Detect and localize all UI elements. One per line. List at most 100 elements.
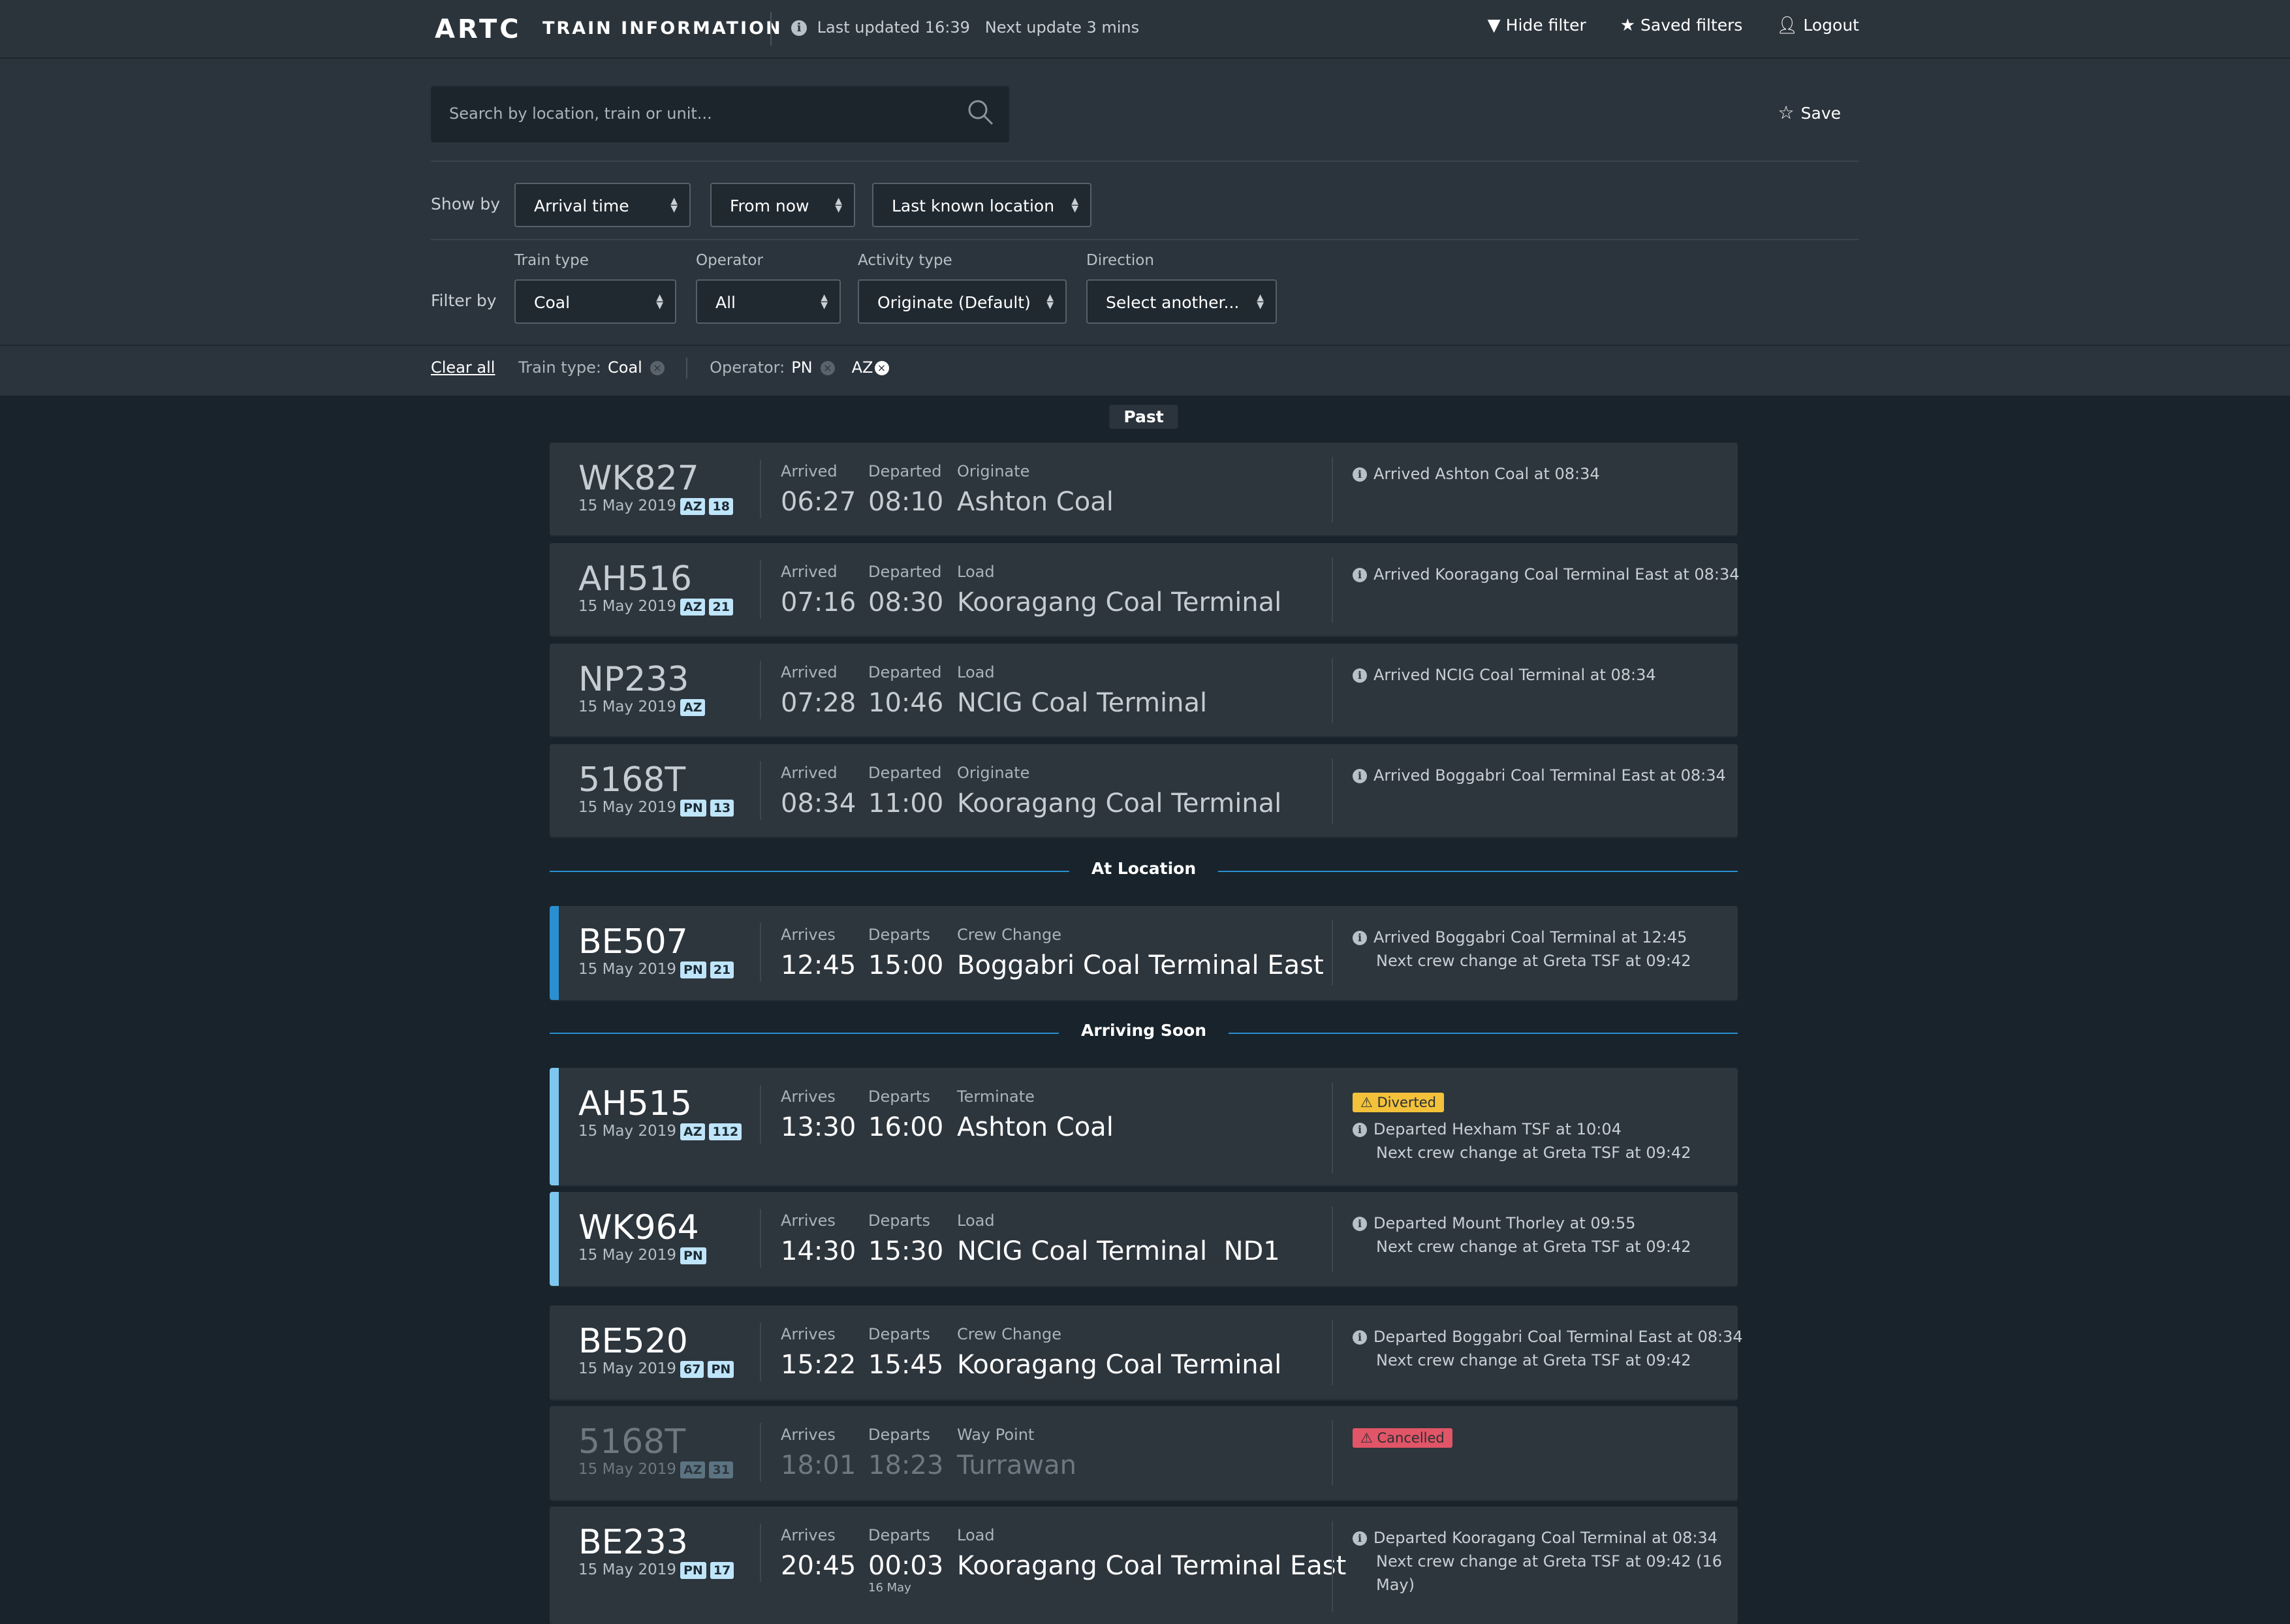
departure-time: 15:45 <box>868 1350 944 1380</box>
departure-time: 15:30 <box>868 1236 944 1266</box>
train-row[interactable]: 5168T 15 May 2019 PN 13 Arrived 08:34 Depart… <box>550 744 1738 837</box>
remove-chip-icon[interactable]: × <box>650 361 665 375</box>
time-label: Arrived <box>781 563 838 581</box>
time-label: Departed <box>868 563 942 581</box>
unit-badge: 31 <box>709 1461 733 1478</box>
info-icon: i <box>1353 668 1367 683</box>
train-row[interactable]: AH515 15 May 2019 AZ 112 Arrives 13:30 Depar… <box>550 1068 1738 1185</box>
remove-chip-icon[interactable]: × <box>874 361 889 375</box>
sort-arrows-icon: ▲ ▼ <box>670 196 678 214</box>
activity-label: Way Point <box>957 1426 1035 1444</box>
date-text: 15 May 2019 <box>578 1123 676 1140</box>
warning-icon: ⚠ <box>1360 1095 1377 1110</box>
operator-select[interactable]: All ▲ ▼ <box>696 279 841 324</box>
section-title: At Location <box>1069 859 1219 878</box>
hide-filter-button[interactable]: ▼ Hide filter <box>1488 16 1586 35</box>
train-row[interactable]: WK827 15 May 2019 AZ 18 Arrived 06:27 Depart… <box>550 443 1738 535</box>
status-text: Diverted <box>1377 1095 1436 1110</box>
section-past: Past <box>550 405 1738 431</box>
train-id: WK964 <box>578 1208 699 1247</box>
divider <box>760 661 761 719</box>
show-by-time-select[interactable]: Arrival time ▲ ▼ <box>514 183 691 227</box>
status-note: Departed Hexham TSF at 10:04 <box>1373 1120 1622 1138</box>
save-filter-button[interactable]: ☆ Save <box>1778 102 1841 123</box>
info-icon: i <box>1353 568 1367 582</box>
date-text: 15 May 2019 <box>578 1561 676 1578</box>
saved-filters-button[interactable]: ★ Saved filters <box>1620 16 1743 35</box>
location-name: NCIG Coal Terminal <box>957 688 1208 718</box>
train-row[interactable]: NP233 15 May 2019 AZ Arrived 07:28 Departed… <box>550 644 1738 736</box>
departure-time: 00:03 <box>868 1551 944 1581</box>
activity-type-select[interactable]: Originate (Default) ▲ ▼ <box>858 279 1067 324</box>
status-note: Arrived NCIG Coal Terminal at 08:34 <box>1373 666 1656 684</box>
section-title: Past <box>1109 405 1178 429</box>
filter-panel: Search by location, train or unit... ☆ Sa… <box>0 59 2290 345</box>
train-date: 15 May 2019 PN 21 <box>578 961 755 978</box>
operator-badge: AZ <box>680 497 706 515</box>
operator-badge: AZ <box>680 1123 706 1140</box>
show-by-location-select[interactable]: Last known location ▲ ▼ <box>872 183 1091 227</box>
status-note: Departed Boggabri Coal Terminal East at … <box>1373 1328 1743 1346</box>
time-label: Arrived <box>781 663 838 681</box>
departure-time: 11:00 <box>868 789 944 819</box>
divider <box>1332 457 1333 522</box>
divider <box>760 1423 761 1482</box>
info-icon: i <box>791 20 807 36</box>
logout-button[interactable]: 👤︎ Logout <box>1776 16 1859 35</box>
arrival-time: 13:30 <box>781 1112 856 1142</box>
divider <box>1332 658 1333 723</box>
user-icon: 👤︎ <box>1776 16 1798 35</box>
search-input[interactable]: Search by location, train or unit... <box>431 86 1009 142</box>
location-name: Ashton Coal <box>957 487 1114 517</box>
crew-change-note: Next crew change at Greta TSF at 09:42 <box>1376 1144 1691 1162</box>
unit-badge: 67 <box>680 1360 704 1378</box>
date-text: 15 May 2019 <box>578 698 676 715</box>
clear-all-link[interactable]: Clear all <box>431 358 495 377</box>
artc-logo[interactable]: ARTC <box>435 14 522 44</box>
search-icon[interactable] <box>966 98 995 127</box>
direction-select[interactable]: Select another... ▲ ▼ <box>1086 279 1277 324</box>
arrival-time: 06:27 <box>781 487 856 517</box>
train-row[interactable]: BE507 15 May 2019 PN 21 Arrives 12:45 Depart… <box>550 906 1738 1000</box>
show-by-range-select[interactable]: From now ▲ ▼ <box>710 183 855 227</box>
train-date: 15 May 2019 AZ 112 <box>578 1123 755 1140</box>
sort-arrows-icon: ▲ ▼ <box>1071 196 1078 214</box>
section-title: Arriving Soon <box>1059 1021 1229 1040</box>
departure-time: 08:30 <box>868 587 944 617</box>
time-label: Departs <box>868 1325 930 1343</box>
train-date: 15 May 2019 AZ 18 <box>578 497 755 515</box>
train-row[interactable]: BE520 15 May 2019 67 PN Arrives 15:22 Depart… <box>550 1305 1743 1399</box>
location-name: Ashton Coal <box>957 1112 1114 1142</box>
train-row[interactable]: AH516 15 May 2019 AZ 21 Arrived 07:16 Depart… <box>550 543 1740 636</box>
train-id: BE233 <box>578 1523 688 1562</box>
train-row[interactable]: WK964 15 May 2019 PN Arrives 14:30 Departs 1… <box>550 1192 1738 1286</box>
train-row[interactable]: 5168T 15 May 2019 AZ 31 Arrives 18:01 Depart… <box>550 1406 1738 1500</box>
cancelled-badge: ⚠ Cancelled <box>1353 1428 1452 1448</box>
train-id: 5168T <box>578 760 686 800</box>
train-row[interactable]: BE233 15 May 2019 PN 17 Arrives 20:45 Depart… <box>550 1507 1738 1624</box>
operator-badge: AZ <box>680 1461 706 1478</box>
train-type-select[interactable]: Coal ▲ ▼ <box>514 279 676 324</box>
filter-by-label: Filter by <box>431 291 497 310</box>
active-filters-bar: Clear all Train type: Coal × Operator: PN × A… <box>0 345 2290 396</box>
update-status: i Last updated 16:39 Next update 3 mins <box>791 18 1139 37</box>
operator-badge: PN <box>708 1360 734 1378</box>
location-name: NCIG Coal Terminal ND1 <box>957 1236 1280 1266</box>
activity-label: Crew Change <box>957 1325 1062 1343</box>
train-date: 15 May 2019 AZ <box>578 698 755 716</box>
divider <box>1332 1521 1333 1612</box>
remove-chip-icon[interactable]: × <box>820 361 835 375</box>
unit-badge: 21 <box>710 961 734 978</box>
sort-arrows-icon: ▲ ▼ <box>835 196 842 214</box>
activity-label: Load <box>957 563 995 581</box>
app-title: TRAIN INFORMATION <box>542 18 783 39</box>
crew-change-note: Next crew change at Greta TSF at 09:42 (… <box>1376 1552 1723 1570</box>
activity-label: Load <box>957 1526 995 1544</box>
operator-badge: AZ <box>680 598 706 616</box>
status-note: Arrived Boggabri Coal Terminal at 12:45 <box>1373 928 1687 946</box>
train-date: 15 May 2019 AZ 21 <box>578 598 755 616</box>
location-name: Kooragang Coal Terminal East <box>957 1551 1347 1581</box>
time-label: Arrives <box>781 1426 836 1444</box>
divider <box>760 1322 761 1381</box>
sort-arrows-icon: ▲ ▼ <box>1257 292 1264 311</box>
